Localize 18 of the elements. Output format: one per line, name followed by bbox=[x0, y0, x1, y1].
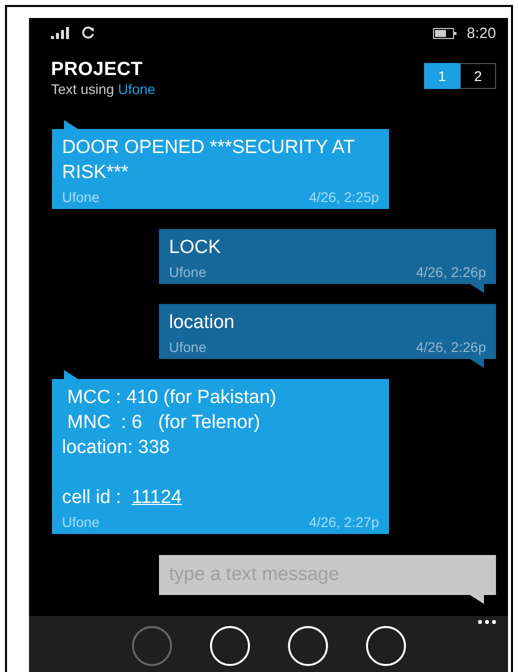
message-time: 4/26, 2:26p bbox=[416, 264, 486, 280]
message-time: 4/26, 2:25p bbox=[308, 189, 379, 205]
message-text: LOCK bbox=[169, 236, 222, 260]
sim-tab[interactable]: 2 bbox=[460, 63, 496, 89]
sender-name: Ufone bbox=[169, 264, 206, 280]
message-time: 4/26, 2:27p bbox=[308, 514, 379, 530]
clock-time: 8:20 bbox=[466, 24, 496, 42]
sender-name: Ufone bbox=[169, 339, 206, 355]
sender-name: Ufone bbox=[62, 514, 100, 530]
conversation-title: PROJECT bbox=[51, 59, 144, 81]
message-text: location bbox=[169, 311, 236, 335]
message-time: 4/26, 2:26p bbox=[416, 339, 486, 355]
subtitle: Text using Ufone bbox=[51, 81, 156, 97]
message-text: MCC : 410 (for Pakistan) MNC : 6 (for Telenor) location: 338 cell id : 11124 bbox=[62, 386, 278, 510]
message-text: DOOR OPENED ***SECURITY AT RISK*** bbox=[62, 136, 356, 185]
cell-id-link[interactable]: 11124 bbox=[132, 487, 182, 508]
sender-name: Ufone bbox=[62, 189, 100, 205]
sim-tab[interactable]: 1 bbox=[424, 63, 460, 89]
